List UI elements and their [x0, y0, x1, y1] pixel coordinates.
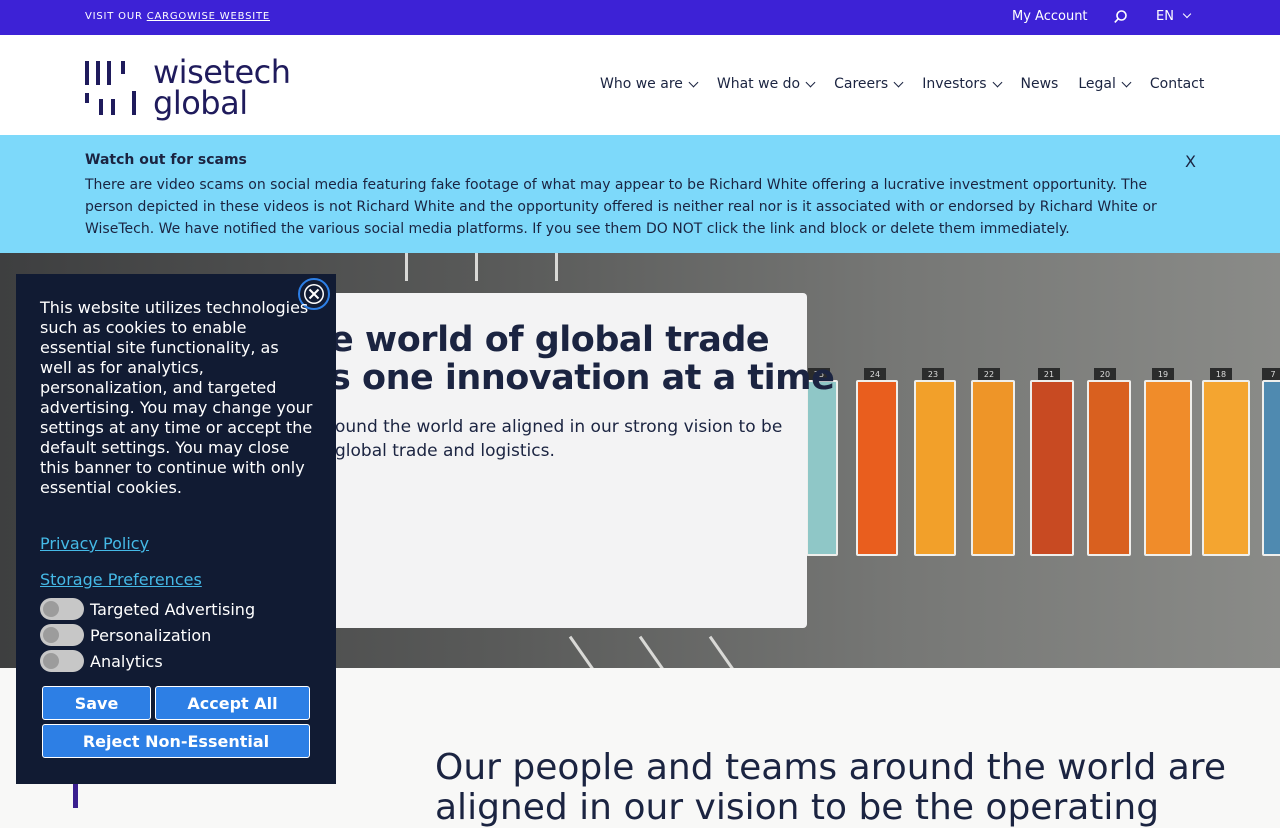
chevron-down-icon [992, 77, 1002, 87]
vision-statement: Our people and teams around the world ar… [435, 748, 1255, 828]
scam-alert-banner: Watch out for scams There are video scam… [0, 135, 1280, 253]
road-marking [475, 253, 478, 281]
nav-label: News [1020, 76, 1059, 92]
privacy-policy-link[interactable]: Privacy Policy [40, 534, 149, 553]
cargowise-promo: VISIT OUR CARGOWISE WEBSITE [85, 11, 270, 22]
vision-line-1: Our people and teams around the world ar… [435, 747, 1226, 788]
hero-headline-line-2: s one innovation at a time [330, 358, 835, 398]
targeted-advertising-toggle-row: Targeted Advertising [40, 598, 255, 620]
chevron-down-icon [893, 77, 904, 87]
nav-investors[interactable]: Investors [922, 76, 1002, 92]
nav-label: Contact [1149, 76, 1205, 92]
logo-wordmark: wisetech global [153, 56, 291, 122]
nav-contact[interactable]: Contact [1150, 76, 1204, 92]
cargowise-link[interactable]: CARGOWISE WEBSITE [147, 11, 270, 22]
nav-label: Careers [834, 76, 889, 92]
chevron-down-icon [1121, 77, 1132, 87]
reject-non-essential-button[interactable]: Reject Non-Essential [42, 724, 310, 758]
toggle-knob [43, 653, 59, 669]
shipping-container [856, 380, 898, 556]
nav-label: Legal [1078, 76, 1116, 92]
hero-subtitle-line-1: ound the world are aligned in our strong… [335, 417, 783, 437]
site-header: wisetech global Who we are What we do Ca… [0, 35, 1280, 135]
top-bar: VISIT OUR CARGOWISE WEBSITE My Account E… [0, 0, 1280, 35]
toggle-knob [43, 601, 59, 617]
road-marking [555, 253, 558, 281]
hero-headline: e world of global trade s one innovation… [330, 320, 835, 398]
nav-label: What we do [716, 76, 801, 92]
shipping-container [1202, 380, 1250, 556]
nav-label: Who we are [600, 76, 683, 92]
language-label: EN [1156, 9, 1174, 24]
toggle-label: Targeted Advertising [90, 599, 256, 619]
analytics-toggle[interactable] [40, 650, 84, 672]
toggle-label: Analytics [90, 651, 163, 671]
cookie-message: This website utilizes technologies such … [40, 298, 313, 497]
shipping-container [1030, 380, 1074, 556]
nav-careers[interactable]: Careers [834, 76, 904, 92]
logo-bars-icon [85, 61, 136, 115]
save-button[interactable]: Save [42, 686, 151, 720]
hero-subtitle-line-2: global trade and logistics. [335, 441, 555, 461]
chevron-down-icon [1182, 9, 1192, 19]
alert-close-button[interactable]: X [1185, 152, 1196, 171]
nav-news[interactable]: News [1021, 76, 1059, 92]
main-nav: Who we are What we do Careers Investors … [600, 76, 1204, 92]
shipping-container [806, 380, 838, 556]
analytics-toggle-row: Analytics [40, 650, 163, 672]
alert-title: Watch out for scams [85, 152, 247, 168]
shipping-container [914, 380, 956, 556]
nav-what-we-do[interactable]: What we do [716, 76, 816, 92]
shipping-container [1144, 380, 1192, 556]
nav-who-we-are[interactable]: Who we are [600, 76, 699, 92]
shipping-container [1262, 380, 1280, 556]
nav-legal[interactable]: Legal [1078, 76, 1132, 92]
logo-line-2: global [153, 84, 248, 122]
chevron-down-icon [805, 77, 816, 87]
alert-body: There are video scams on social media fe… [85, 177, 1157, 237]
visit-prefix: VISIT OUR [85, 11, 143, 22]
toggle-knob [43, 627, 59, 643]
vision-line-2: aligned in our vision to be the operatin… [435, 787, 1160, 828]
toggle-label: Personalization [90, 625, 212, 645]
shipping-container [1087, 380, 1131, 556]
targeted-advertising-toggle[interactable] [40, 598, 84, 620]
shipping-container [971, 380, 1015, 556]
storage-preferences-link[interactable]: Storage Preferences [40, 570, 202, 589]
hero-headline-line-1: e world of global trade [330, 320, 770, 360]
personalization-toggle[interactable] [40, 624, 84, 646]
accept-all-button[interactable]: Accept All [155, 686, 310, 720]
chevron-down-icon [688, 77, 699, 87]
my-account-link[interactable]: My Account [1012, 9, 1088, 24]
wisetech-logo[interactable]: wisetech global [85, 56, 291, 125]
personalization-toggle-row: Personalization [40, 624, 211, 646]
road-marking [405, 253, 408, 281]
hero-subtitle: ound the world are aligned in our strong… [335, 415, 795, 463]
language-selector[interactable]: EN [1156, 9, 1192, 24]
search-icon[interactable] [1113, 9, 1129, 25]
cookie-consent-panel: This website utilizes technologies such … [16, 274, 336, 784]
nav-label: Investors [922, 76, 987, 92]
